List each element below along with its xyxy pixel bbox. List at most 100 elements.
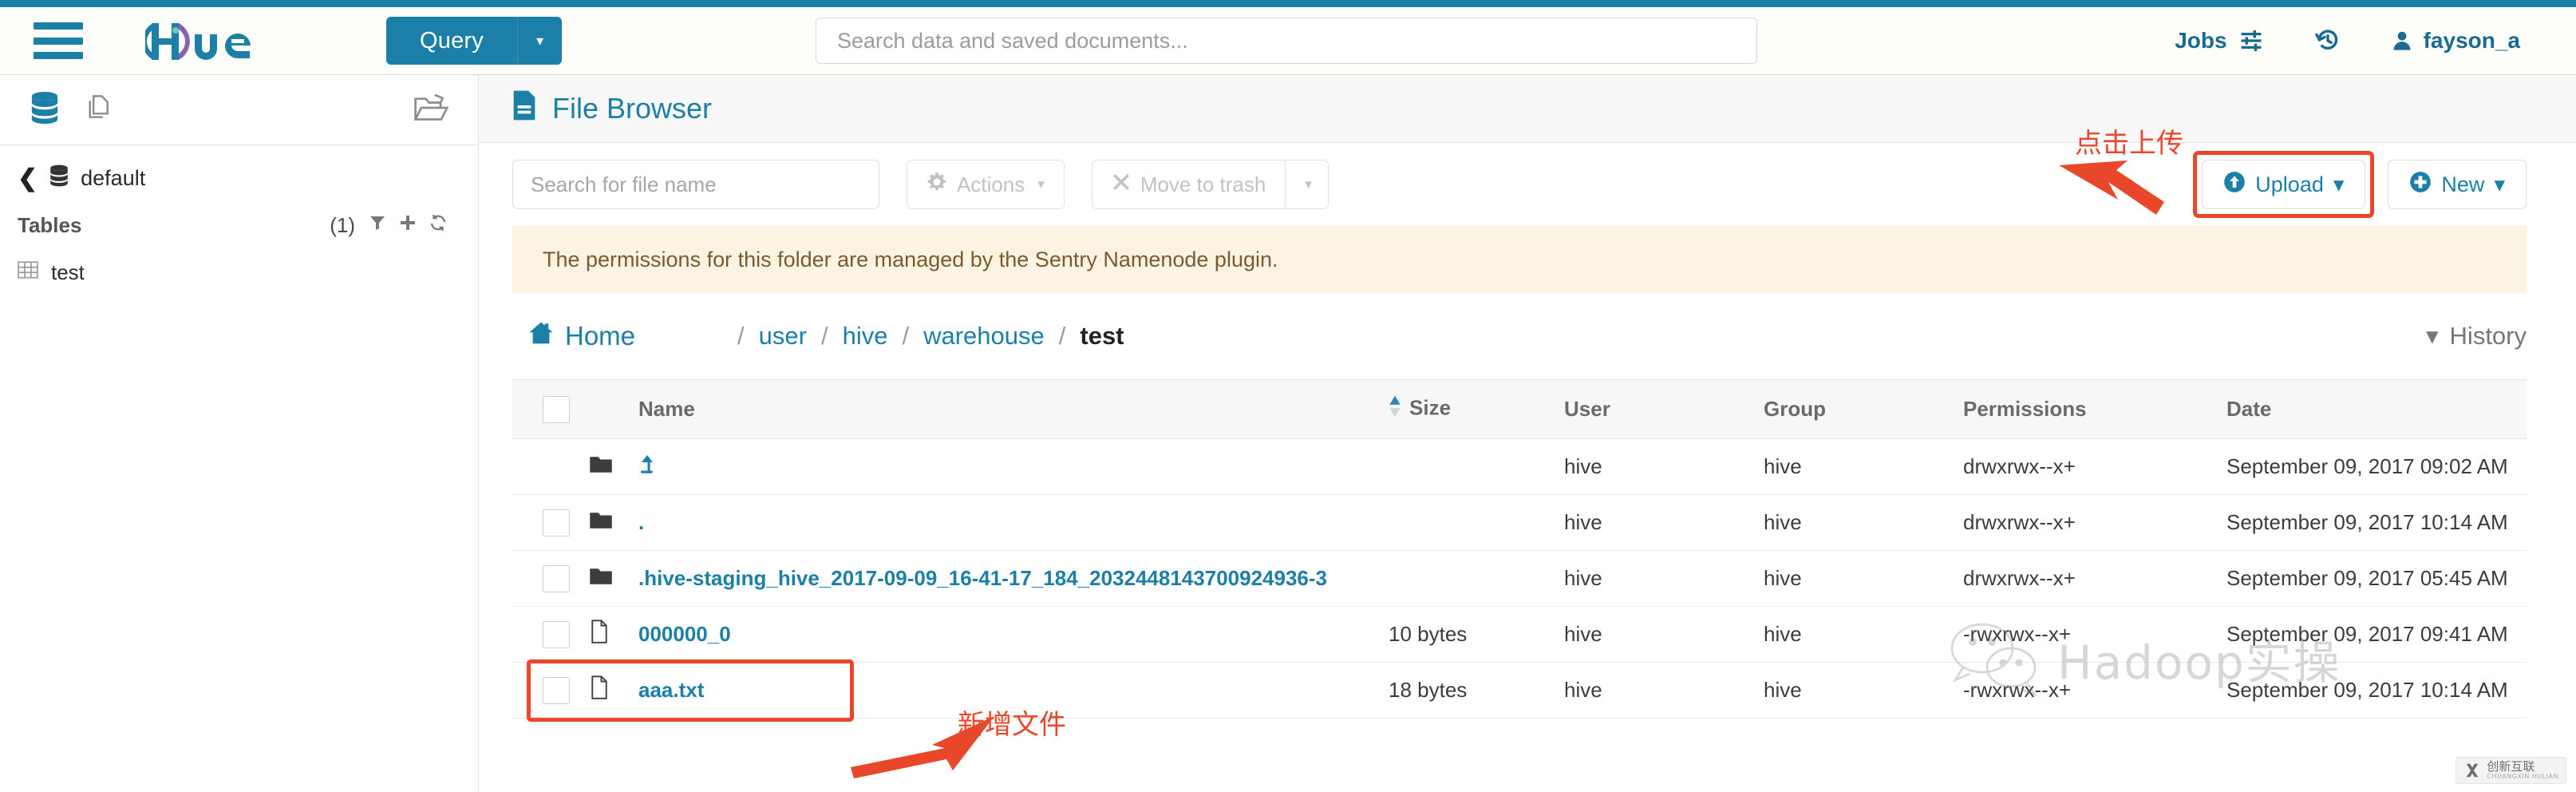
file-table-body: hivehivedrwxrwx--x+September 09, 2017 09… (512, 439, 2527, 719)
row-user-cell: hive (1564, 663, 1764, 719)
row-size-cell (1389, 551, 1564, 607)
sidebar-tables-header: Tables (1) (18, 213, 454, 238)
filter-icon[interactable] (368, 213, 387, 238)
header-size[interactable]: Size (1389, 380, 1564, 439)
breadcrumb-separator: / (902, 322, 909, 350)
jobs-button[interactable]: Jobs (2175, 28, 2264, 53)
sidebar-database-label: default (81, 166, 145, 191)
row-select-cell[interactable] (512, 607, 589, 663)
row-select-cell[interactable] (512, 495, 589, 551)
table-row[interactable]: .hive-staging_hive_2017-09-09_16-41-17_1… (512, 551, 2527, 607)
row-select-cell[interactable] (512, 439, 589, 495)
breadcrumb-item-user[interactable]: user (759, 322, 807, 350)
copy-documents-icon[interactable] (83, 92, 113, 128)
breadcrumb-item-hive[interactable]: hive (843, 322, 888, 350)
row-checkbox[interactable] (543, 565, 570, 592)
row-type-icon-cell (589, 551, 638, 607)
left-sidebar: ❮ default Tables (1) (0, 75, 479, 792)
history-toggle[interactable]: ▾ History (2426, 322, 2527, 350)
row-checkbox[interactable] (543, 677, 570, 704)
row-name-cell[interactable] (638, 439, 1389, 495)
file-search[interactable] (512, 160, 879, 209)
table-row[interactable]: aaa.txt18 byteshivehive-rwxrwx--x+Septem… (512, 663, 2527, 719)
move-to-trash-dropdown[interactable]: ▾ (1286, 160, 1329, 209)
upload-button-wrapper: Upload ▾ (2202, 160, 2365, 209)
move-to-trash-label: Move to trash (1140, 172, 1266, 197)
file-name-link[interactable] (638, 455, 656, 479)
sidebar-body: ❮ default Tables (1) (0, 145, 478, 285)
upload-button[interactable]: Upload ▾ (2202, 160, 2365, 209)
refresh-icon[interactable] (429, 213, 448, 238)
caret-down-icon: ▾ (2426, 322, 2439, 350)
file-name-link[interactable]: aaa.txt (638, 678, 704, 702)
file-name-link[interactable]: . (638, 510, 644, 534)
plus-icon[interactable] (398, 213, 417, 238)
file-search-input[interactable] (531, 172, 861, 197)
file-name-link[interactable]: .hive-staging_hive_2017-09-09_16-41-17_1… (638, 566, 1327, 590)
header-date[interactable]: Date (2226, 380, 2527, 439)
query-dropdown-caret-icon[interactable]: ▾ (517, 17, 562, 65)
header-name[interactable]: Name (638, 380, 1389, 439)
database-small-icon (49, 164, 69, 192)
database-icon[interactable] (29, 91, 61, 129)
row-date-cell: September 09, 2017 09:02 AM (2226, 439, 2527, 495)
table-row[interactable]: 000000_010 byteshivehive-rwxrwx--x+Septe… (512, 607, 2527, 663)
hue-logo[interactable] (145, 18, 289, 63)
select-all-checkbox[interactable] (543, 396, 570, 423)
header-select-all[interactable] (512, 380, 589, 439)
permissions-warning-text: The permissions for this folder are mana… (543, 248, 1278, 272)
header-group[interactable]: Group (1764, 380, 1963, 439)
file-table-wrapper: Name Size User Group Permissions (512, 379, 2527, 719)
row-size-cell: 18 bytes (1389, 663, 1564, 719)
row-size-cell: 10 bytes (1389, 607, 1564, 663)
main-content: File Browser Actions ▾ (479, 75, 2576, 792)
user-menu[interactable]: fayson_a (2391, 28, 2520, 53)
table-row[interactable]: .hivehivedrwxrwx--x+September 09, 2017 1… (512, 495, 2527, 551)
row-type-icon-cell (589, 439, 638, 495)
breadcrumb-home[interactable]: Home (528, 321, 635, 351)
open-folder-icon[interactable] (413, 91, 449, 129)
row-select-cell[interactable] (512, 551, 589, 607)
row-type-icon-cell (589, 663, 638, 719)
sidebar-table-label: test (51, 260, 85, 285)
global-search[interactable] (816, 18, 1757, 64)
history-icon (2314, 27, 2341, 54)
folder-icon (589, 511, 613, 535)
row-checkbox[interactable] (543, 509, 570, 537)
tables-count: (1) (330, 213, 355, 238)
row-select-cell[interactable] (512, 663, 589, 719)
new-button[interactable]: New ▾ (2388, 160, 2527, 209)
page-title: File Browser (511, 89, 712, 129)
sidebar-item-table-test[interactable]: test (18, 260, 454, 285)
header-permissions[interactable]: Permissions (1963, 380, 2226, 439)
file-action-bar: Actions ▾ Move to trash ▾ (479, 143, 2576, 226)
breadcrumb-item-current: test (1080, 322, 1124, 350)
menu-icon[interactable] (34, 22, 83, 59)
row-group-cell: hive (1764, 551, 1963, 607)
move-to-trash-button[interactable]: Move to trash (1092, 160, 1286, 209)
row-type-icon-cell (589, 495, 638, 551)
header-user[interactable]: User (1564, 380, 1764, 439)
actions-button[interactable]: Actions ▾ (907, 160, 1065, 209)
table-row[interactable]: hivehivedrwxrwx--x+September 09, 2017 09… (512, 439, 2527, 495)
row-name-cell[interactable]: .hive-staging_hive_2017-09-09_16-41-17_1… (638, 551, 1389, 607)
row-permissions-cell: drwxrwx--x+ (1963, 439, 2226, 495)
user-icon (2391, 29, 2413, 53)
file-icon (589, 624, 610, 648)
sidebar-database-item[interactable]: ❮ default (18, 164, 454, 192)
file-name-link[interactable]: 000000_0 (638, 622, 731, 646)
chevron-left-icon[interactable]: ❮ (18, 167, 38, 191)
row-checkbox[interactable] (543, 621, 570, 648)
global-search-input[interactable] (837, 29, 1736, 53)
breadcrumb-item-warehouse[interactable]: warehouse (923, 322, 1045, 350)
upload-button-label: Upload (2255, 172, 2324, 197)
row-name-cell[interactable]: . (638, 495, 1389, 551)
row-group-cell: hive (1764, 607, 1963, 663)
query-button[interactable]: Query ▾ (386, 17, 562, 65)
history-button[interactable] (2314, 27, 2341, 54)
history-toggle-label: History (2450, 322, 2527, 350)
right-action-buttons: Upload ▾ New ▾ (2202, 160, 2527, 209)
row-size-cell (1389, 439, 1564, 495)
row-name-cell[interactable]: 000000_0 (638, 607, 1389, 663)
home-icon (528, 321, 554, 351)
